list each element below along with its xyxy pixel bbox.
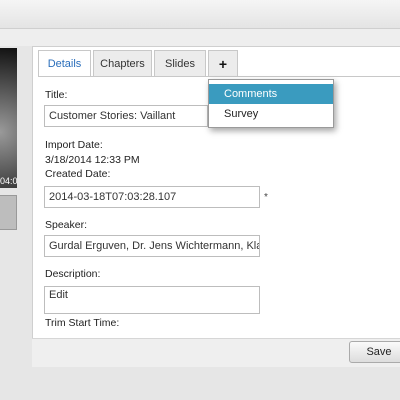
speaker-label: Speaker: [45,219,88,231]
description-field[interactable]: Edit [44,286,260,314]
import-date-value: 3/18/2014 12:33 PM [45,154,140,166]
description-label: Description: [45,268,101,280]
save-button[interactable]: Save [349,341,400,363]
tab-slides[interactable]: Slides [154,50,206,76]
speaker-field[interactable]: Gurdal Erguven, Dr. Jens Wichtermann, Kl… [44,235,260,257]
dropdown-item-comments[interactable]: Comments [209,84,333,104]
add-tab-button[interactable]: + [208,50,238,76]
created-date-label: Created Date: [45,168,111,180]
add-tab-dropdown: Comments Survey [208,79,334,128]
created-date-field[interactable]: 2014-03-18T07:03:28.107 [44,186,260,208]
required-marker: * [264,192,268,203]
header-band [0,29,400,46]
tab-divider [38,76,400,77]
side-button[interactable] [0,195,17,230]
title-field[interactable]: Customer Stories: Vaillant [44,105,208,127]
title-label: Title: [45,89,68,101]
tab-details[interactable]: Details [38,50,91,77]
video-preview[interactable]: 04:02 [0,48,17,188]
top-toolbar [0,0,400,29]
tab-chapters[interactable]: Chapters [93,50,152,76]
footer-bar [32,338,400,367]
trim-start-label: Trim Start Time: [45,317,120,329]
dropdown-item-survey[interactable]: Survey [209,104,333,124]
video-timecode: 04:02 [0,176,17,186]
import-date-label: Import Date: [45,139,103,151]
